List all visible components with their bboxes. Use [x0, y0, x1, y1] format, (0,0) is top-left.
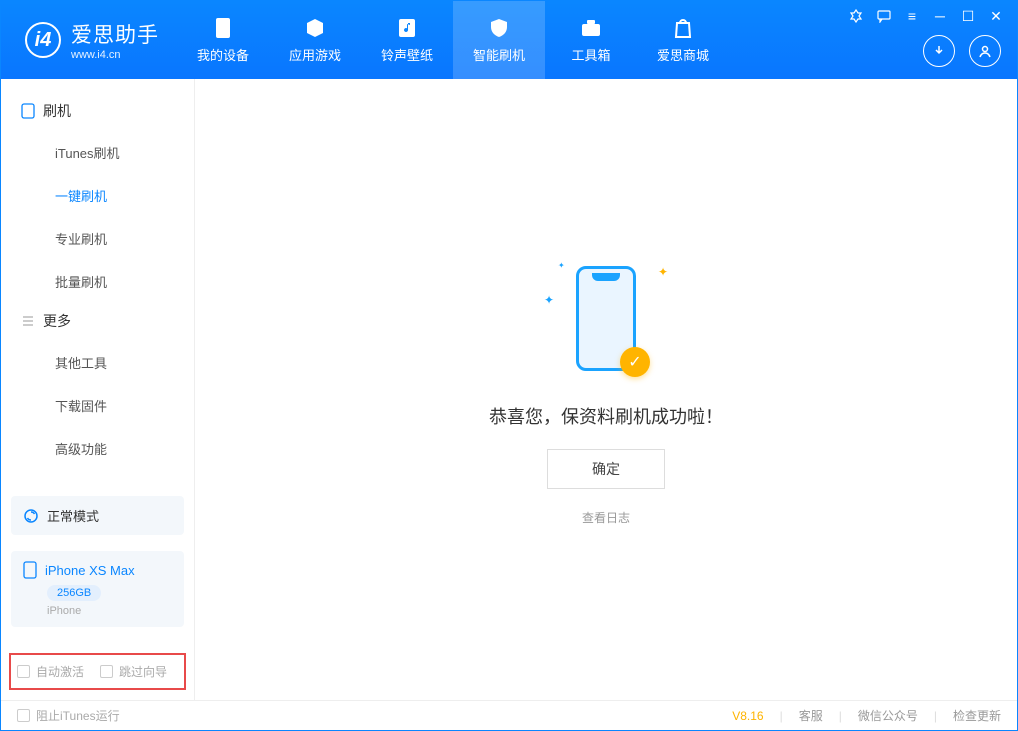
device-icon	[212, 17, 234, 39]
success-message: 恭喜您，保资料刷机成功啦！	[489, 403, 723, 429]
nav-toolbox[interactable]: 工具箱	[545, 1, 637, 79]
phone-icon	[23, 561, 37, 579]
sparkle-icon: ✦	[558, 261, 565, 270]
sidebar-item-advanced[interactable]: 高级功能	[1, 427, 194, 470]
checkbox-skip-guide[interactable]: 跳过向导	[100, 663, 167, 680]
footer: 阻止iTunes运行 V8.16 | 客服 | 微信公众号 | 检查更新	[1, 700, 1017, 730]
refresh-icon	[23, 508, 39, 524]
cube-icon	[304, 17, 326, 39]
checkbox-label: 阻止iTunes运行	[36, 707, 120, 724]
device-name: iPhone XS Max	[45, 563, 135, 578]
list-icon	[21, 314, 35, 328]
header-actions	[923, 35, 1001, 67]
sidebar-item-pro-flash[interactable]: 专业刷机	[1, 217, 194, 260]
sidebar-item-oneclick-flash[interactable]: 一键刷机	[1, 174, 194, 217]
check-update-link[interactable]: 检查更新	[953, 707, 1001, 724]
sparkle-icon: ✦	[658, 265, 668, 279]
sparkle-icon: ✦	[544, 293, 554, 307]
mode-indicator[interactable]: 正常模式	[11, 496, 184, 535]
device-card[interactable]: iPhone XS Max 256GB iPhone	[11, 551, 184, 627]
app-title: 爱思助手	[71, 19, 159, 49]
minimize-button[interactable]: ─	[931, 7, 949, 25]
support-link[interactable]: 客服	[799, 707, 823, 724]
checkbox-icon	[17, 709, 30, 722]
version-label: V8.16	[732, 709, 763, 723]
checkbox-label: 跳过向导	[119, 663, 167, 680]
device-type: iPhone	[47, 605, 172, 617]
group-label: 刷机	[43, 101, 71, 121]
nav-store[interactable]: 爱思商城	[637, 1, 729, 79]
device-capacity: 256GB	[47, 585, 101, 601]
sidebar: 刷机 iTunes刷机 一键刷机 专业刷机 批量刷机 更多 其他工具 下载固件 …	[1, 79, 195, 700]
wechat-link[interactable]: 微信公众号	[858, 707, 918, 724]
phone-outline-icon	[21, 103, 35, 119]
nav-label: 铃声壁纸	[381, 45, 433, 64]
app-logo: i4 爱思助手 www.i4.cn	[1, 19, 177, 61]
sidebar-group-more: 更多	[1, 303, 194, 341]
maximize-button[interactable]: ☐	[959, 7, 977, 25]
checkbox-icon	[100, 665, 113, 678]
checkbox-block-itunes[interactable]: 阻止iTunes运行	[17, 707, 120, 724]
checkbox-auto-activate[interactable]: 自动激活	[17, 663, 84, 680]
mode-label: 正常模式	[47, 506, 99, 525]
app-header: i4 爱思助手 www.i4.cn 我的设备 应用游戏 铃声壁纸 智能刷机 工具…	[1, 1, 1017, 79]
nav-flash[interactable]: 智能刷机	[453, 1, 545, 79]
nav-my-device[interactable]: 我的设备	[177, 1, 269, 79]
download-button[interactable]	[923, 35, 955, 67]
close-button[interactable]: ✕	[987, 7, 1005, 25]
checkbox-icon	[17, 665, 30, 678]
sidebar-item-itunes-flash[interactable]: iTunes刷机	[1, 131, 194, 174]
nav-ringtone-wallpaper[interactable]: 铃声壁纸	[361, 1, 453, 79]
view-log-link[interactable]: 查看日志	[582, 509, 630, 526]
sidebar-group-flash: 刷机	[1, 93, 194, 131]
menu-icon[interactable]: ≡	[903, 7, 921, 25]
user-button[interactable]	[969, 35, 1001, 67]
shield-icon	[488, 17, 510, 39]
check-badge-icon: ✓	[620, 347, 650, 377]
group-label: 更多	[43, 311, 71, 331]
logo-icon: i4	[25, 22, 61, 58]
nav-apps-games[interactable]: 应用游戏	[269, 1, 361, 79]
feedback-icon[interactable]	[875, 7, 893, 25]
nav-label: 我的设备	[197, 45, 249, 64]
options-highlight: 自动激活 跳过向导	[9, 653, 186, 690]
main-content: ✦ ✦ ✦ ✓ 恭喜您，保资料刷机成功啦！ 确定 查看日志	[195, 79, 1017, 700]
nav-label: 工具箱	[571, 45, 610, 64]
top-nav: 我的设备 应用游戏 铃声壁纸 智能刷机 工具箱 爱思商城	[177, 1, 729, 79]
toolbox-icon	[580, 17, 602, 39]
app-subtitle: www.i4.cn	[71, 49, 159, 61]
sidebar-item-download-firmware[interactable]: 下载固件	[1, 384, 194, 427]
music-icon	[396, 17, 418, 39]
sidebar-item-other-tools[interactable]: 其他工具	[1, 341, 194, 384]
window-controls: ≡ ─ ☐ ✕	[847, 7, 1005, 25]
ok-button[interactable]: 确定	[547, 449, 665, 489]
bag-icon	[672, 17, 694, 39]
sidebar-item-batch-flash[interactable]: 批量刷机	[1, 260, 194, 303]
nav-label: 爱思商城	[657, 45, 709, 64]
checkbox-label: 自动激活	[36, 663, 84, 680]
success-illustration: ✦ ✦ ✦ ✓	[536, 253, 676, 383]
nav-label: 应用游戏	[289, 45, 341, 64]
theme-icon[interactable]	[847, 7, 865, 25]
nav-label: 智能刷机	[473, 45, 525, 64]
